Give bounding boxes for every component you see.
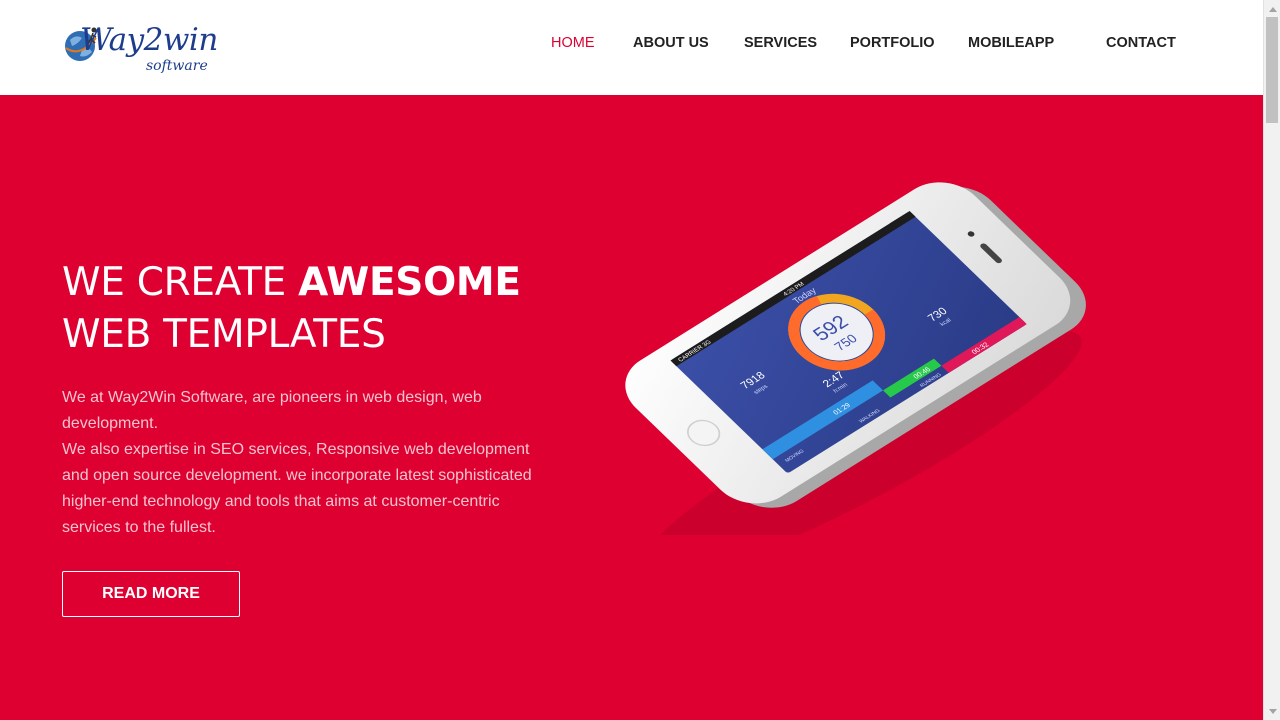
scroll-down-arrow-icon[interactable] bbox=[1264, 703, 1280, 720]
hero-paragraph-1: We at Way2Win Software, are pioneers in … bbox=[62, 389, 482, 432]
hero-title-emphasis: AWESOME bbox=[298, 260, 521, 305]
nav-contact[interactable]: CONTACT bbox=[1106, 35, 1176, 51]
hero-paragraph-2: We also expertise in SEO services, Respo… bbox=[62, 441, 532, 536]
hero-banner: WE CREATE AWESOME WEB TEMPLATES We at Wa… bbox=[0, 95, 1263, 720]
site-header: Way2win software HOME ABOUT US SERVICES … bbox=[0, 0, 1263, 95]
hero-title: WE CREATE AWESOME WEB TEMPLATES bbox=[62, 257, 521, 361]
hero-title-prefix: WE CREATE bbox=[62, 260, 299, 305]
phone-illustration: CARRIER 3G 4:20 PM Today 592 750 7918 st… bbox=[625, 182, 1086, 535]
scrollbar-thumb[interactable] bbox=[1266, 17, 1278, 123]
hero-title-line2: WEB TEMPLATES bbox=[62, 312, 386, 357]
brand-logo[interactable]: Way2win software bbox=[60, 18, 220, 78]
nav-mobileapp[interactable]: MOBILEAPP bbox=[968, 35, 1054, 51]
hero-description: We at Way2Win Software, are pioneers in … bbox=[62, 385, 532, 541]
nav-home[interactable]: HOME bbox=[551, 35, 595, 51]
scroll-up-arrow-icon[interactable] bbox=[1264, 0, 1280, 17]
nav-services[interactable]: SERVICES bbox=[744, 35, 817, 51]
page-scrollbar[interactable] bbox=[1263, 0, 1280, 720]
nav-portfolio[interactable]: PORTFOLIO bbox=[850, 35, 935, 51]
brand-subtitle: software bbox=[146, 58, 208, 74]
nav-about-us[interactable]: ABOUT US bbox=[633, 35, 709, 51]
read-more-button[interactable]: READ MORE bbox=[62, 571, 240, 617]
brand-name: Way2win bbox=[80, 22, 218, 58]
